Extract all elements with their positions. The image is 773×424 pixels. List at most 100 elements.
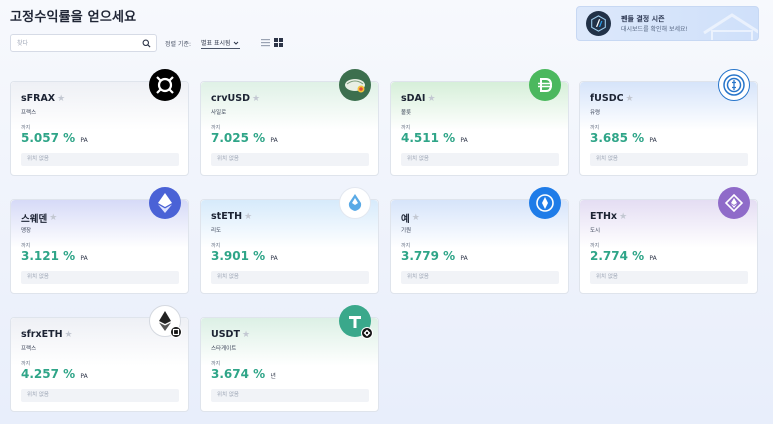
rate-value: 3.685 % [590,131,645,145]
search-input[interactable] [11,35,139,51]
rate-unit: PA [270,255,278,262]
house-illustration [703,13,758,40]
rate-unit: 년 [270,373,276,380]
market-card[interactable]: USDT ★ 스타게이트 까지 3.674 % 년 위치 없음 [200,305,379,412]
rate-value: 3.779 % [401,249,456,263]
card-rate: 3.779 % PA [401,249,468,263]
card-protocol: 프랙스 [21,110,37,116]
card-protocol: 리도 [211,228,222,234]
star-icon[interactable]: ★ [619,212,627,222]
position-status: 위치 없음 [211,389,369,402]
market-card[interactable]: sFRAX ★ 프랙스 까지 5.057 % PA 위치 없음 [10,69,189,176]
card-name: 예 [401,214,410,225]
rate-value: 5.057 % [21,131,76,145]
card-rate: 4.511 % PA [401,131,468,145]
star-icon[interactable]: ★ [252,94,260,104]
arbitrum-icon [586,11,611,36]
card-protocol: 프랙스 [21,346,37,352]
card-name: ETHx [590,211,618,222]
market-card[interactable]: 예 ★ 기원 까지 3.779 % PA 위치 없음 [390,187,569,294]
frax-icon [149,69,181,101]
market-card[interactable]: sfrxETH ★ 프랙스 까지 4.257 % PA 위치 없음 [10,305,189,412]
card-rate: 3.901 % PA [211,249,278,263]
tether-icon [339,305,373,339]
card-rate: 4.257 % PA [21,367,88,381]
position-status: 위치 없음 [211,271,369,284]
rate-value: 4.257 % [21,367,76,381]
rate-unit: PA [270,137,278,144]
rate-value: 3.121 % [21,249,76,263]
sort-value: 별표 표시됨 [201,40,231,47]
card-rate: 3.121 % PA [21,249,88,263]
position-status: 위치 없음 [21,271,179,284]
ethx-icon [718,187,750,219]
position-status: 위치 없음 [21,153,179,166]
banner-title: 펜들 결정 시즌 [621,15,665,23]
promo-banner[interactable]: 펜들 결정 시즌 대시보드를 확인해 보세요! [576,6,759,41]
card-rate: 7.025 % PA [211,131,278,145]
position-status: 위치 없음 [590,271,748,284]
star-icon[interactable]: ★ [427,94,435,104]
usde-icon [529,187,561,219]
sfrxeth-icon [149,305,182,338]
card-until-label: 까지 [211,243,221,249]
position-status: 위치 없음 [590,153,748,166]
card-until-label: 까지 [21,243,31,249]
card-protocol: 기원 [401,228,412,234]
star-icon[interactable]: ★ [49,213,57,223]
star-icon[interactable]: ★ [242,330,250,340]
card-name: 스웨덴 [21,214,48,225]
rate-unit: PA [460,255,468,262]
card-name: sDAI [401,93,426,104]
card-until-label: 까지 [590,125,600,131]
card-until-label: 까지 [211,361,221,367]
grid-view-icon[interactable] [274,38,283,47]
card-name: USDT [211,329,240,340]
card-until-label: 까지 [21,125,31,131]
frax-badge-icon [170,326,182,338]
rate-unit: PA [80,255,88,262]
market-card[interactable]: 스웨덴 ★ 맹장 까지 3.121 % PA 위치 없음 [10,187,189,294]
card-until-label: 까지 [21,361,31,367]
market-card[interactable]: fUSDC ★ 유령 까지 3.685 % PA 위치 없음 [579,69,758,176]
page-title: 고정수익률을 얻으세요 [10,10,137,25]
search-icon[interactable] [139,36,153,50]
stargate-badge-icon [361,327,373,339]
star-icon[interactable]: ★ [65,330,73,340]
rate-unit: PA [80,373,88,380]
position-status: 위치 없음 [211,153,369,166]
lido-icon [339,187,371,219]
position-status: 위치 없음 [401,271,559,284]
card-name: sFRAX [21,93,56,104]
search-box[interactable] [10,34,157,52]
card-until-label: 까지 [590,243,600,249]
rate-value: 4.511 % [401,131,456,145]
star-icon[interactable]: ★ [626,94,634,104]
market-card[interactable]: ETHx ★ 도시 까지 2.774 % PA 위치 없음 [579,187,758,294]
sort-dropdown[interactable]: 별표 표시됨 [201,37,240,49]
card-rate: 5.057 % PA [21,131,88,145]
market-card[interactable]: crvUSD ★ 사일로 까지 7.025 % PA 위치 없음 [200,69,379,176]
card-protocol: 유령 [590,110,601,116]
chevron-down-icon [233,41,238,45]
star-icon[interactable]: ★ [244,212,252,222]
rate-unit: PA [460,137,468,144]
market-card[interactable]: sDAI ★ 볼릇 까지 4.511 % PA 위치 없음 [390,69,569,176]
position-status: 위치 없음 [21,389,179,402]
card-name: crvUSD [211,93,250,104]
rate-value: 2.774 % [590,249,645,263]
rate-unit: PA [649,255,657,262]
list-view-icon[interactable] [261,38,270,47]
usdc-icon [718,69,750,101]
card-rate: 2.774 % PA [590,249,657,263]
card-protocol: 맹장 [21,228,32,234]
dai-icon [529,69,561,101]
star-icon[interactable]: ★ [412,213,420,223]
ethereum-icon [149,187,181,219]
silo-icon [339,69,371,101]
card-protocol: 스타게이트 [211,346,237,352]
card-until-label: 까지 [211,125,221,131]
rate-value: 3.901 % [211,249,266,263]
market-card[interactable]: stETH ★ 리도 까지 3.901 % PA 위치 없음 [200,187,379,294]
star-icon[interactable]: ★ [57,94,65,104]
